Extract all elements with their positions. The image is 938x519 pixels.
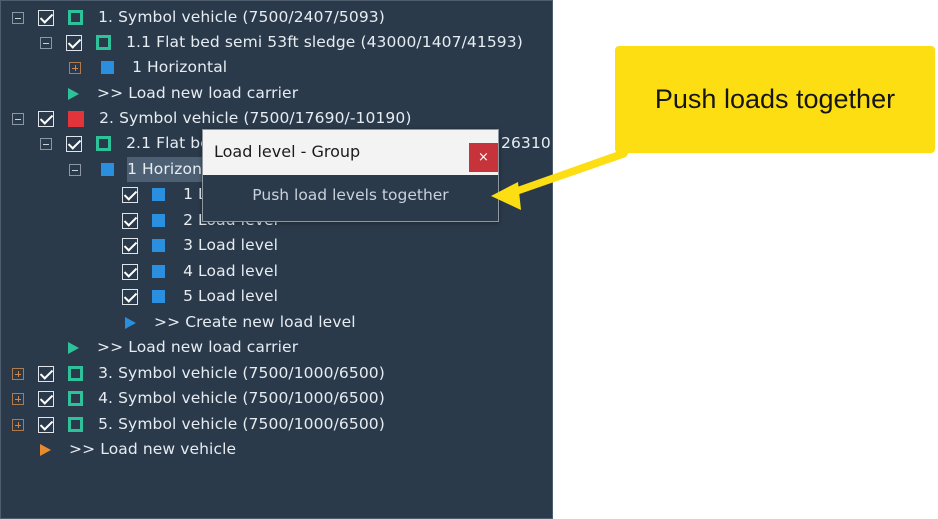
- callout-arrow-icon: [491, 146, 633, 210]
